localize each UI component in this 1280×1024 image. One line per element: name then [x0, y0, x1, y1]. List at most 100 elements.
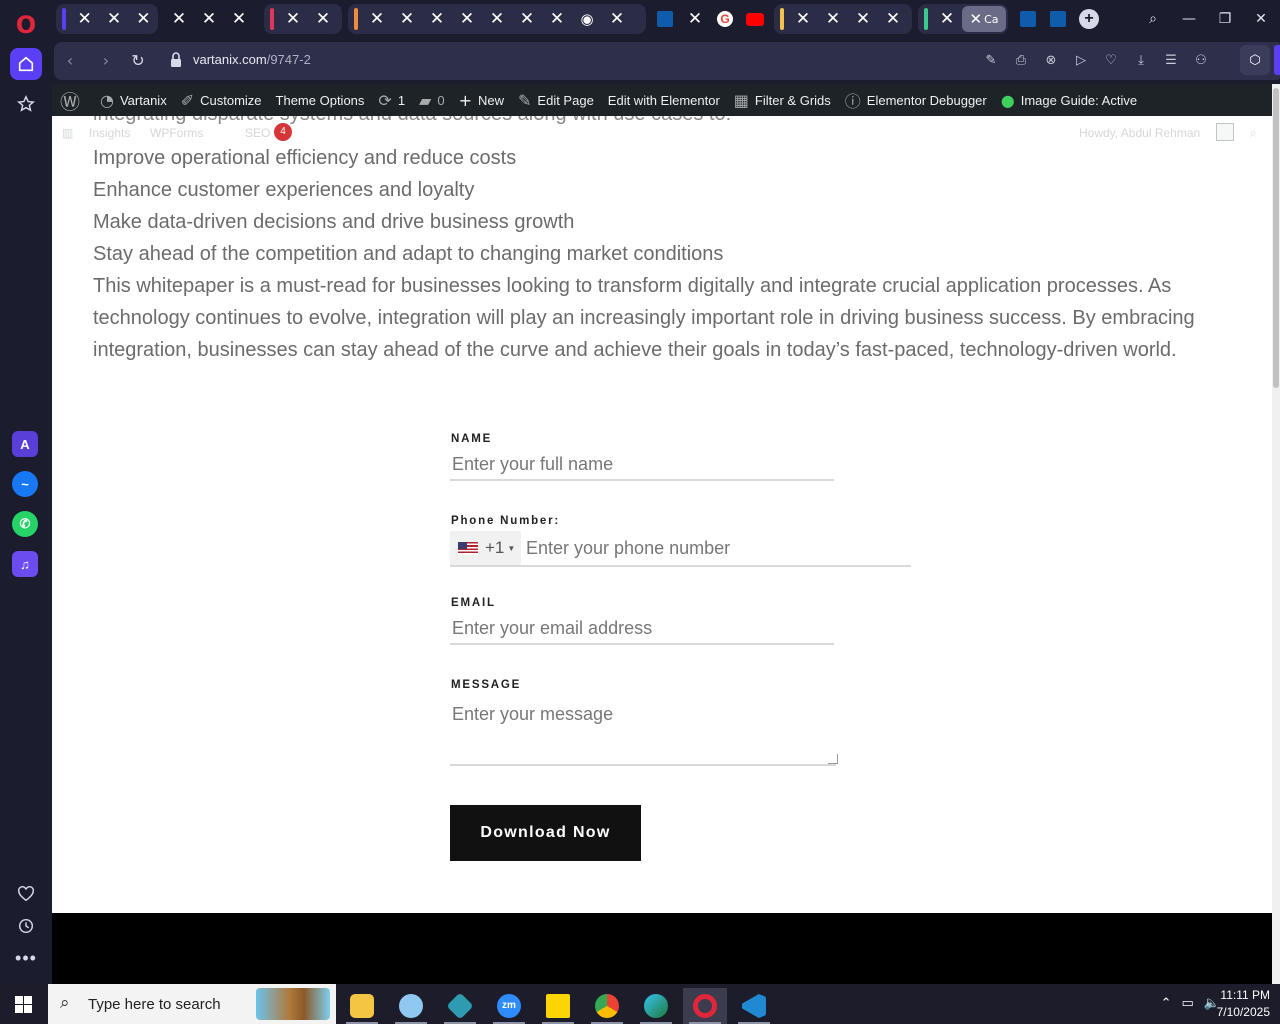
- howdy-link[interactable]: Howdy, Abdul Rehman: [1079, 126, 1200, 140]
- camera-icon[interactable]: ⎙: [1006, 50, 1036, 72]
- tab-icon[interactable]: ✕: [422, 6, 452, 32]
- new-content-link[interactable]: + New: [452, 84, 511, 116]
- network-icon[interactable]: ▭: [1182, 996, 1194, 1011]
- url-text[interactable]: vartanix.com/9747-2: [193, 52, 311, 67]
- profile-icon[interactable]: ⚇: [1186, 50, 1216, 72]
- app-cube-icon[interactable]: [438, 988, 482, 1024]
- youtube-icon[interactable]: [740, 6, 770, 32]
- tab-icon[interactable]: ✕: [512, 6, 542, 32]
- taskbar-search[interactable]: ⌕ Type here to search: [48, 984, 336, 1024]
- tab-icon[interactable]: ✕: [482, 6, 512, 32]
- lock-icon[interactable]: [170, 52, 182, 68]
- tab-group-5[interactable]: ✕ ✕ Ca: [918, 4, 1008, 34]
- elementor-debugger-link[interactable]: ⓘ Elementor Debugger: [838, 84, 994, 116]
- edit-icon[interactable]: ✎: [976, 50, 1006, 72]
- file-explorer-icon[interactable]: [340, 988, 384, 1024]
- tab-group-4[interactable]: ✕ ✕ ✕ ✕: [774, 4, 912, 34]
- wpforms-link[interactable]: WPForms: [150, 126, 203, 140]
- tab-active[interactable]: ✕ Ca: [962, 6, 1006, 32]
- outlook-icon[interactable]: [1043, 6, 1073, 32]
- star-icon[interactable]: [10, 88, 42, 120]
- windows-start-icon[interactable]: [15, 996, 32, 1013]
- tab-icon[interactable]: ✕: [99, 6, 128, 32]
- opera-taskbar-icon[interactable]: [683, 988, 727, 1024]
- chevron-up-icon[interactable]: ⌃: [1161, 996, 1172, 1011]
- tab-icon[interactable]: ✕: [308, 6, 338, 32]
- insights-link[interactable]: Insights: [89, 126, 130, 140]
- tab-icon[interactable]: ✕: [602, 6, 632, 32]
- tab-icon[interactable]: ✕: [70, 6, 99, 32]
- theme-options-link[interactable]: Theme Options: [269, 84, 372, 116]
- tab-icon[interactable]: ✕: [848, 6, 878, 32]
- easy-setup-icon[interactable]: ☰: [1156, 50, 1186, 72]
- google-icon[interactable]: G: [710, 6, 740, 32]
- tab-group-3[interactable]: ✕ ✕ ✕ ✕ ✕ ✕ ✕ ◉ ✕: [348, 4, 646, 34]
- tab-icon[interactable]: ✕: [392, 6, 422, 32]
- whatsapp-icon[interactable]: ✆: [12, 511, 38, 537]
- tab-icon[interactable]: ✕: [542, 6, 572, 32]
- tab-icon[interactable]: ✕: [194, 6, 224, 32]
- seo-link[interactable]: SEO: [245, 126, 270, 140]
- image-guide-link[interactable]: ● Image Guide: Active: [994, 84, 1144, 116]
- forward-icon[interactable]: ›: [96, 51, 116, 71]
- tab-icon[interactable]: ✕: [878, 6, 908, 32]
- reload-icon[interactable]: ↻: [128, 51, 148, 71]
- page-scrollbar[interactable]: [1272, 84, 1280, 984]
- new-tab-button[interactable]: +: [1079, 9, 1099, 29]
- tab-icon[interactable]: ✕: [278, 6, 308, 32]
- updates-link[interactable]: ⟳ 1: [371, 84, 412, 116]
- country-code-dropdown[interactable]: +1 ▼: [450, 531, 521, 565]
- home-icon[interactable]: [10, 48, 42, 80]
- paint-icon[interactable]: [389, 988, 433, 1024]
- download-now-button[interactable]: Download Now: [450, 805, 641, 861]
- music-player-icon[interactable]: ♫: [12, 551, 38, 577]
- tab-group-ungrouped-2[interactable]: ✕ G: [650, 4, 774, 34]
- tab-icon[interactable]: ✕: [680, 6, 710, 32]
- tab-group-2[interactable]: ✕ ✕: [264, 4, 342, 34]
- restore-button[interactable]: ❐: [1208, 6, 1242, 32]
- edit-page-link[interactable]: ✎ Edit Page: [511, 84, 601, 116]
- chrome-icon[interactable]: [585, 988, 629, 1024]
- download-icon[interactable]: ⤓: [1126, 50, 1156, 72]
- scrollbar-thumb[interactable]: [1273, 88, 1279, 388]
- heart-icon[interactable]: [10, 878, 42, 910]
- sticky-notes-icon[interactable]: [536, 988, 580, 1024]
- name-input[interactable]: [450, 449, 834, 479]
- message-textarea[interactable]: [450, 700, 836, 764]
- tab-icon[interactable]: ✕: [129, 6, 158, 32]
- extensions-icon[interactable]: ⬡: [1240, 45, 1270, 75]
- adblock-icon[interactable]: ⊗: [1036, 50, 1066, 72]
- email-input[interactable]: [450, 613, 834, 643]
- phone-input[interactable]: [521, 531, 911, 565]
- back-icon[interactable]: ‹: [60, 51, 80, 71]
- filter-grids-link[interactable]: ▦ Filter & Grids: [727, 84, 838, 116]
- site-name-link[interactable]: ◔ Vartanix: [93, 84, 174, 116]
- resize-handle[interactable]: [828, 754, 838, 764]
- globe-icon[interactable]: ◉: [572, 6, 602, 32]
- heart-icon[interactable]: ♡: [1096, 50, 1126, 72]
- tab-icon[interactable]: ✕: [164, 6, 194, 32]
- search-tabs-icon[interactable]: ⌕: [1136, 6, 1170, 32]
- avatar[interactable]: [1216, 123, 1234, 141]
- tab-icon[interactable]: ✕: [452, 6, 482, 32]
- edge-icon[interactable]: [634, 988, 678, 1024]
- edit-with-elementor-link[interactable]: Edit with Elementor: [601, 84, 727, 116]
- tab-icon[interactable]: ✕: [224, 6, 254, 32]
- messenger-icon[interactable]: ~: [12, 471, 38, 497]
- tab-icon[interactable]: ✕: [932, 6, 962, 32]
- outlook-icon[interactable]: [1013, 6, 1043, 32]
- tab-group-1[interactable]: ✕ ✕ ✕: [56, 4, 158, 34]
- minimize-button[interactable]: —: [1172, 6, 1206, 32]
- tab-icon[interactable]: ✕: [362, 6, 392, 32]
- wordpress-logo-icon[interactable]: Ⓦ: [52, 84, 93, 116]
- tab-icon[interactable]: ✕: [788, 6, 818, 32]
- close-window-button[interactable]: ✕: [1244, 6, 1278, 32]
- vscode-icon[interactable]: [732, 988, 776, 1024]
- zoom-icon[interactable]: zm: [487, 988, 531, 1024]
- taskbar-clock[interactable]: 11:11 PM 7/10/2025: [1217, 987, 1270, 1021]
- tab-icon[interactable]: ✕: [818, 6, 848, 32]
- customize-link[interactable]: ✐ Customize: [174, 84, 269, 116]
- more-icon[interactable]: •••: [10, 942, 42, 974]
- opera-logo-icon[interactable]: O: [13, 12, 39, 38]
- send-icon[interactable]: ▷: [1066, 50, 1096, 72]
